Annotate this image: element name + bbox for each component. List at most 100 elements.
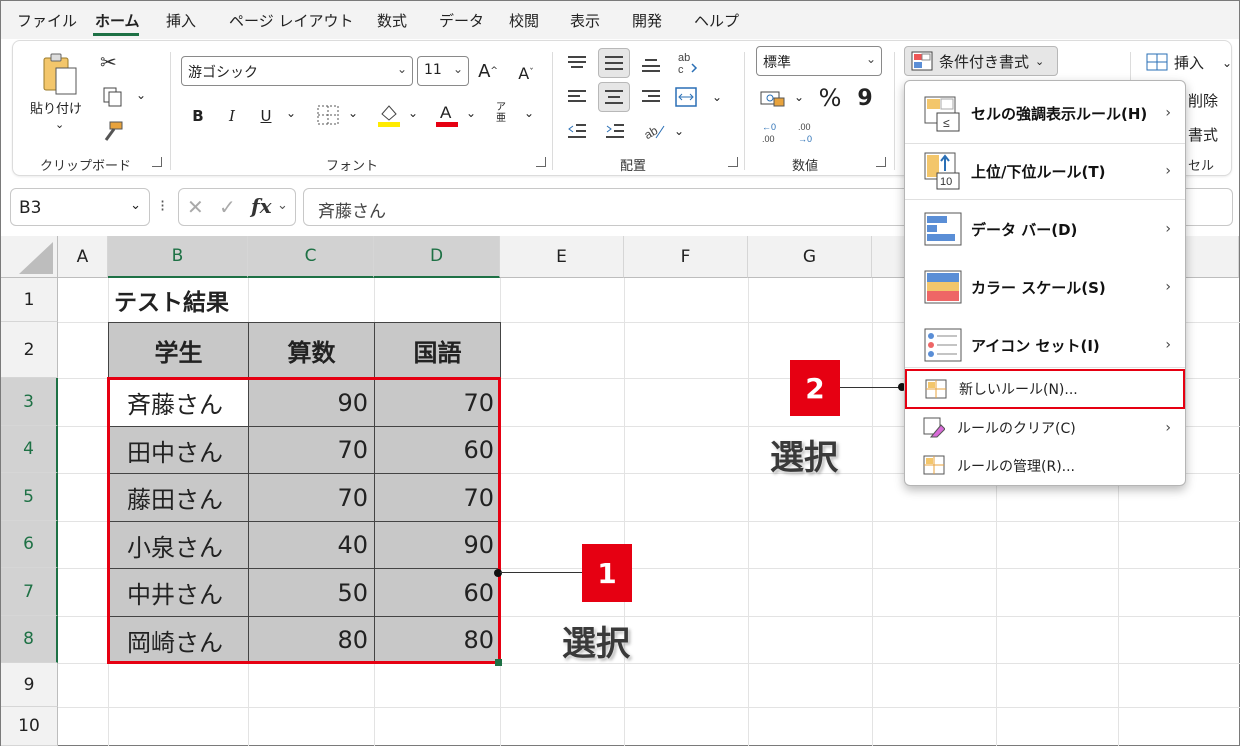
menu-item-manage-rules[interactable]: ルールの管理(R)... — [905, 447, 1185, 485]
tab-file[interactable]: ファイル — [17, 10, 77, 31]
cut-icon[interactable]: ✂ — [100, 50, 117, 74]
tab-view[interactable]: 表示 — [570, 10, 600, 31]
fill-handle[interactable] — [495, 659, 502, 666]
column-header-e[interactable]: E — [500, 236, 624, 278]
row-header-9[interactable]: 9 — [1, 663, 58, 707]
table-cell[interactable]: 70 — [248, 473, 375, 522]
italic-button[interactable]: I — [222, 104, 242, 128]
paste-dropdown-icon[interactable]: ⌄ — [55, 118, 64, 131]
insert-cells-icon[interactable] — [1146, 52, 1168, 72]
header-cell-student[interactable]: 学生 — [108, 322, 249, 379]
table-cell[interactable]: 岡崎さん — [108, 616, 249, 664]
align-center-icon[interactable] — [598, 82, 630, 112]
align-bottom-icon[interactable] — [640, 56, 662, 74]
align-left-icon[interactable] — [566, 88, 588, 106]
delete-cells-button[interactable]: 削除 — [1188, 90, 1218, 111]
orientation-dropdown-icon[interactable]: ⌄ — [674, 124, 684, 138]
sheet-title-cell[interactable]: テスト結果 — [114, 280, 229, 320]
phonetic-guide-button[interactable]: ア亜 — [496, 102, 510, 124]
tab-help[interactable]: ヘルプ — [694, 10, 739, 31]
header-cell-japanese[interactable]: 国語 — [374, 322, 501, 379]
table-cell[interactable]: 70 — [374, 378, 501, 427]
underline-button[interactable]: U — [256, 104, 276, 128]
insert-function-button[interactable]: fx — [251, 194, 272, 218]
table-cell[interactable]: 小泉さん — [108, 521, 249, 569]
table-cell[interactable]: 90 — [248, 378, 375, 427]
column-header-f[interactable]: F — [624, 236, 748, 278]
bold-button[interactable]: B — [188, 104, 208, 128]
menu-item-icon-sets[interactable]: アイコン セット(I) › — [905, 317, 1185, 373]
paste-button[interactable]: 貼り付け — [30, 98, 82, 117]
column-header-d[interactable]: D — [374, 236, 500, 278]
phonetic-dropdown-icon[interactable]: ⌄ — [524, 106, 534, 120]
menu-item-highlight-cells-rules[interactable]: ≤ セルの強調表示ルール(H) › — [905, 85, 1185, 141]
table-cell[interactable]: 中井さん — [108, 568, 249, 617]
header-cell-math[interactable]: 算数 — [248, 322, 375, 379]
tab-developer[interactable]: 開発 — [632, 10, 662, 31]
increase-decimal-icon[interactable]: ←0.00 — [760, 120, 786, 146]
table-cell[interactable]: 50 — [248, 568, 375, 617]
fill-color-icon[interactable] — [376, 100, 402, 128]
row-header-10[interactable]: 10 — [1, 707, 58, 746]
row-header-2[interactable]: 2 — [1, 322, 58, 378]
decrease-decimal-icon[interactable]: .00 →0 — [796, 120, 822, 146]
number-format-combo[interactable]: 標準 ⌄ — [756, 46, 882, 76]
column-header-b[interactable]: B — [108, 236, 248, 278]
row-header-8[interactable]: 8 — [1, 616, 58, 663]
comma-style-button[interactable]: 9 — [856, 84, 874, 112]
table-cell[interactable]: 40 — [248, 521, 375, 569]
tab-review[interactable]: 校閲 — [509, 10, 539, 31]
menu-item-new-rule[interactable]: 新しいルール(N)... — [905, 369, 1185, 409]
row-header-6[interactable]: 6 — [1, 521, 58, 568]
copy-dropdown-icon[interactable]: ⌄ — [136, 88, 146, 102]
underline-dropdown-icon[interactable]: ⌄ — [286, 106, 296, 120]
table-cell[interactable]: 斉藤さん — [108, 378, 249, 427]
percent-style-button[interactable]: % — [816, 84, 844, 112]
align-right-icon[interactable] — [640, 88, 662, 106]
format-cells-button[interactable]: 書式 — [1188, 124, 1218, 145]
insert-dropdown-icon[interactable]: ⌄ — [1222, 56, 1232, 70]
borders-icon[interactable] — [316, 104, 340, 126]
menu-item-clear-rules[interactable]: ルールのクリア(C) › — [905, 409, 1185, 447]
clipboard-launcher-icon[interactable] — [152, 157, 162, 167]
paste-icon[interactable] — [40, 52, 80, 98]
table-cell[interactable]: 田中さん — [108, 426, 249, 474]
align-middle-icon[interactable] — [598, 48, 630, 78]
cancel-icon[interactable]: ✕ — [187, 195, 204, 219]
font-color-dropdown-icon[interactable]: ⌄ — [466, 106, 476, 120]
row-header-7[interactable]: 7 — [1, 568, 58, 616]
menu-item-color-scales[interactable]: カラー スケール(S) › — [905, 259, 1185, 315]
font-size-combo[interactable]: 11 ⌄ — [417, 56, 469, 86]
enter-icon[interactable]: ✓ — [219, 195, 236, 219]
more-options-icon[interactable]: ⁝ — [160, 196, 165, 215]
tab-page-layout[interactable]: ページ レイアウト — [229, 10, 353, 31]
table-cell[interactable]: 90 — [374, 521, 501, 569]
column-header-c[interactable]: C — [248, 236, 374, 278]
conditional-formatting-button[interactable]: 条件付き書式 ⌄ — [904, 46, 1058, 76]
increase-font-icon[interactable]: A ^ — [476, 58, 500, 84]
number-launcher-icon[interactable] — [876, 157, 886, 167]
table-cell[interactable]: 60 — [374, 426, 501, 474]
align-top-icon[interactable] — [566, 54, 588, 72]
text-orientation-icon[interactable]: ab — [642, 120, 666, 142]
font-launcher-icon[interactable] — [536, 157, 546, 167]
increase-indent-icon[interactable] — [604, 122, 626, 140]
decrease-font-icon[interactable]: Aˇ — [514, 60, 538, 86]
select-all-corner[interactable] — [1, 236, 58, 278]
column-header-g[interactable]: G — [748, 236, 872, 278]
table-cell[interactable]: 60 — [374, 568, 501, 617]
table-cell[interactable]: 70 — [248, 426, 375, 474]
menu-item-data-bars[interactable]: データ バー(D) › — [905, 201, 1185, 257]
row-header-1[interactable]: 1 — [1, 278, 58, 322]
table-cell[interactable]: 80 — [374, 616, 501, 664]
tab-home[interactable]: ホーム — [95, 10, 140, 31]
wrap-orientation-icon[interactable]: ab c — [676, 50, 700, 76]
name-box[interactable]: B3 ⌄ — [10, 188, 150, 226]
table-cell[interactable]: 藤田さん — [108, 473, 249, 522]
row-header-5[interactable]: 5 — [1, 473, 58, 521]
tab-formulas[interactable]: 数式 — [377, 10, 407, 31]
fill-color-dropdown-icon[interactable]: ⌄ — [408, 106, 418, 120]
tab-insert[interactable]: 挿入 — [166, 10, 196, 31]
tab-data[interactable]: データ — [439, 10, 484, 31]
row-header-3[interactable]: 3 — [1, 378, 58, 426]
